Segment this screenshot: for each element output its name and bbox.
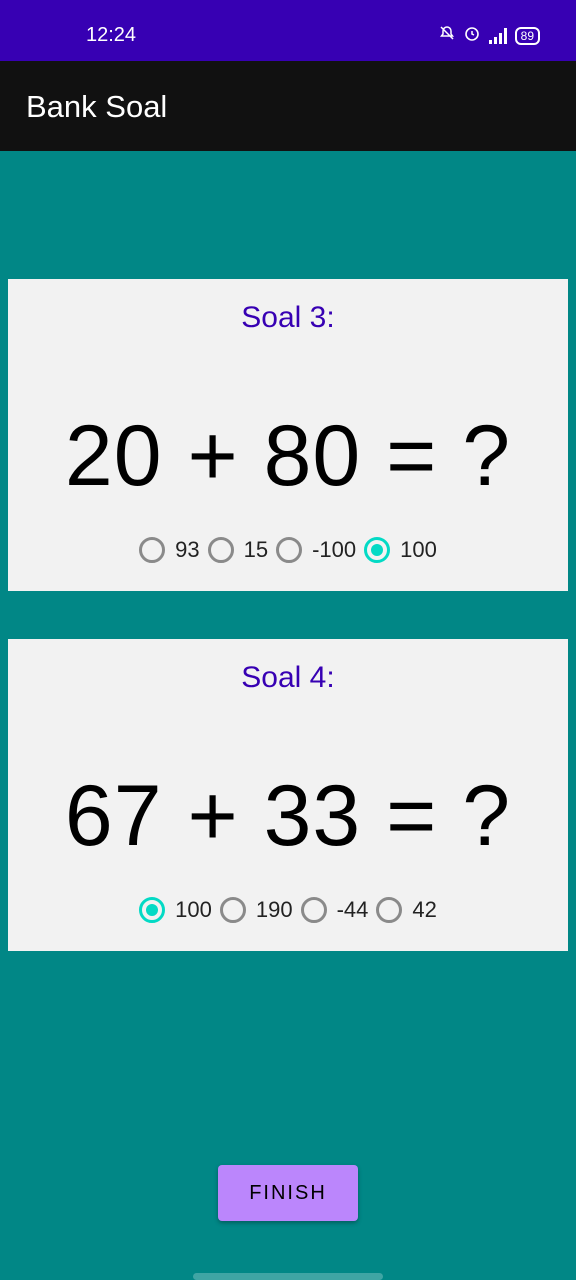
answer-label: -100 <box>312 537 357 562</box>
status-time: 12:24 <box>86 24 137 46</box>
question-equation: 20 + 80 = ? <box>64 408 512 504</box>
radio-button[interactable] <box>139 537 166 563</box>
answer-option[interactable]: -100 <box>276 537 356 563</box>
answer-label: 100 <box>400 537 437 562</box>
answer-option[interactable]: 93 <box>139 537 200 563</box>
status-bar: 12:24 89 <box>0 0 576 61</box>
answer-label: 93 <box>175 537 200 562</box>
answer-option[interactable]: -44 <box>300 897 369 923</box>
answer-options: 93 15 -100 100 <box>8 537 568 563</box>
radio-button[interactable] <box>300 897 327 923</box>
question-label: Soal 4: <box>241 661 335 694</box>
answer-option[interactable]: 42 <box>376 897 437 923</box>
answer-label: -44 <box>336 897 369 922</box>
answer-option[interactable]: 15 <box>207 537 269 563</box>
answer-label: 42 <box>412 897 437 922</box>
radio-button[interactable] <box>276 537 303 563</box>
radio-button[interactable] <box>219 897 246 923</box>
finish-button[interactable]: FINISH <box>218 1165 358 1221</box>
radio-button[interactable] <box>376 897 403 923</box>
answer-label: 15 <box>243 537 269 562</box>
answer-options: 100 190 -44 42 <box>8 897 568 923</box>
answer-option[interactable]: 100 <box>364 537 437 563</box>
question-equation: 67 + 33 = ? <box>64 768 512 864</box>
home-indicator[interactable] <box>193 1273 383 1280</box>
question-card-3: Soal 3: 20 + 80 = ? 93 15 -100 100 <box>8 279 568 591</box>
app-bar: Bank Soal <box>0 61 576 151</box>
app-title: Bank Soal <box>26 89 168 124</box>
answer-label: 190 <box>255 897 293 922</box>
status-icons: 89 <box>439 24 540 47</box>
alarm-icon <box>463 24 481 47</box>
battery-icon: 89 <box>514 26 540 45</box>
answer-label: 100 <box>175 897 212 922</box>
question-card-4: Soal 4: 67 + 33 = ? 100 190 -44 42 <box>8 639 568 951</box>
radio-button[interactable] <box>207 537 234 563</box>
radio-button-selected[interactable] <box>139 897 166 923</box>
signal-icon <box>488 27 507 44</box>
question-label: Soal 3: <box>241 301 335 334</box>
radio-button-selected[interactable] <box>364 537 391 563</box>
notification-off-icon <box>439 25 455 46</box>
answer-option[interactable]: 190 <box>219 897 293 923</box>
answer-option[interactable]: 100 <box>139 897 212 923</box>
